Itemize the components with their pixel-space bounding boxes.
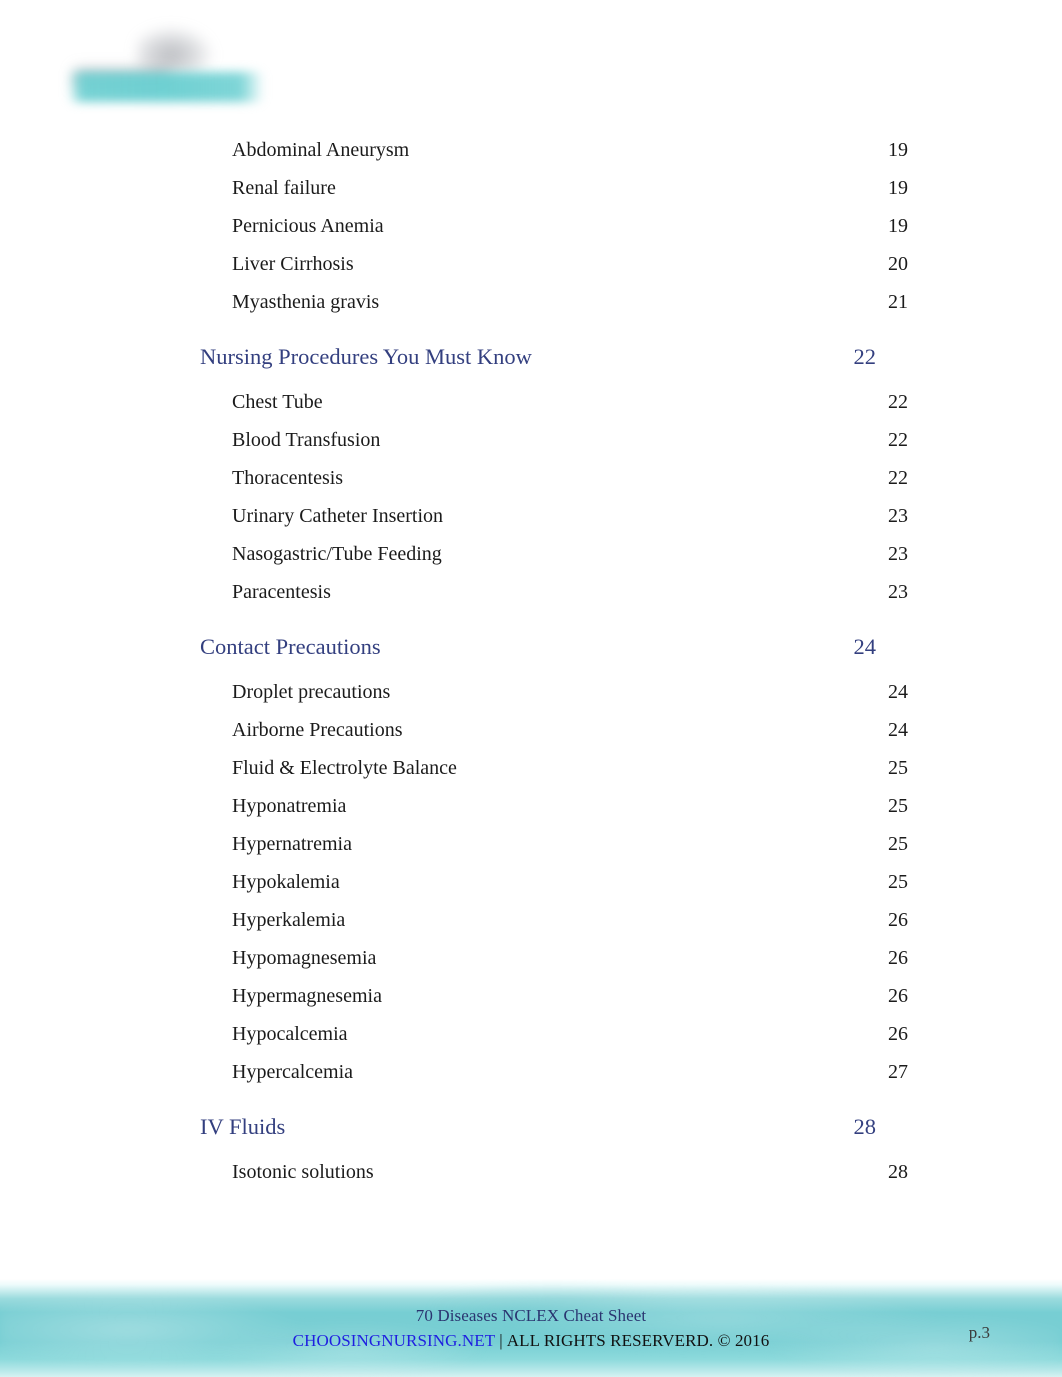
toc-entry-row[interactable]: Hyperkalemia 26 xyxy=(200,901,908,939)
toc-entry-row[interactable]: Hypokalemia 25 xyxy=(200,863,908,901)
toc-entry-label: Blood Transfusion xyxy=(232,429,381,451)
toc-entry-label: Chest Tube xyxy=(232,391,323,413)
toc-page-number: 19 xyxy=(888,177,908,199)
site-logo xyxy=(64,24,274,116)
toc-entry-label: Liver Cirrhosis xyxy=(232,253,354,275)
toc-entry-label: Isotonic solutions xyxy=(232,1161,374,1183)
table-of-contents: Abdominal Aneurysm 19 Renal failure 19 Perni… xyxy=(0,131,1062,1191)
toc-page-number: 22 xyxy=(888,391,908,413)
toc-entry-row[interactable]: Myasthenia gravis 21 xyxy=(200,283,908,321)
toc-entry-row[interactable]: Renal failure 19 xyxy=(200,169,908,207)
toc-entry-row[interactable]: Hypomagnesemia 26 xyxy=(200,939,908,977)
toc-entry-label: Thoracentesis xyxy=(232,467,344,489)
footer-title: 70 Diseases NCLEX Cheat Sheet xyxy=(415,1306,647,1325)
toc-section-row[interactable]: Nursing Procedures You Must Know 22 xyxy=(200,334,876,381)
toc-page-number: 24 xyxy=(853,634,877,660)
toc-page-number: 28 xyxy=(853,1114,877,1140)
toc-page-number: 23 xyxy=(888,581,908,603)
toc-entry-row[interactable]: Hypercalcemia 27 xyxy=(200,1053,908,1091)
toc-entry-label: Hypermagnesemia xyxy=(232,985,382,1007)
logo-wordmark-bar xyxy=(68,72,264,102)
toc-section-label: IV Fluids xyxy=(200,1114,286,1140)
toc-entry-label: Paracentesis xyxy=(232,581,331,603)
toc-page-number: 22 xyxy=(888,467,908,489)
toc-section-label: Contact Precautions xyxy=(200,634,381,660)
toc-page-number: 22 xyxy=(853,344,877,370)
toc-entry-label: Myasthenia gravis xyxy=(232,291,380,313)
toc-entry-row[interactable]: Airborne Precautions 24 xyxy=(200,711,908,749)
toc-entry-label: Pernicious Anemia xyxy=(232,215,384,237)
toc-entry-row[interactable]: Hypocalcemia 26 xyxy=(200,1015,908,1053)
toc-page-number: 26 xyxy=(888,1023,908,1045)
toc-page-number: 25 xyxy=(888,871,908,893)
toc-section-row[interactable]: IV Fluids 28 xyxy=(200,1104,876,1151)
toc-entry-row[interactable]: Blood Transfusion 22 xyxy=(200,421,908,459)
toc-entry-label: Hypomagnesemia xyxy=(232,947,377,969)
toc-entry-label: Urinary Catheter Insertion xyxy=(232,505,444,527)
toc-entry-label: Hypernatremia xyxy=(232,833,352,855)
toc-entry-row[interactable]: Pernicious Anemia 19 xyxy=(200,207,908,245)
toc-entry-row[interactable]: Urinary Catheter Insertion 23 xyxy=(200,497,908,535)
footer-website-link[interactable]: CHOOSINGNURSING.NET xyxy=(293,1331,496,1350)
toc-entry-row[interactable]: Liver Cirrhosis 20 xyxy=(200,245,908,283)
toc-page-number: 26 xyxy=(888,909,908,931)
page-number: p.3 xyxy=(968,1323,990,1342)
toc-page-number: 23 xyxy=(888,505,908,527)
toc-entry-row[interactable]: Hypernatremia 25 xyxy=(200,825,908,863)
toc-entry-row[interactable]: Nasogastric/Tube Feeding 23 xyxy=(200,535,908,573)
toc-entry-label: Hyponatremia xyxy=(232,795,347,817)
page-footer: 70 Diseases NCLEX Cheat Sheet CHOOSINGNU… xyxy=(0,1279,1062,1377)
document-page: Abdominal Aneurysm 19 Renal failure 19 Perni… xyxy=(0,0,1062,1377)
toc-entry-row[interactable]: Chest Tube 22 xyxy=(200,383,908,421)
footer-text-block: 70 Diseases NCLEX Cheat Sheet CHOOSINGNU… xyxy=(0,1305,1062,1353)
toc-entry-row[interactable]: Paracentesis 23 xyxy=(200,573,908,611)
toc-entry-label: Hyperkalemia xyxy=(232,909,346,931)
toc-entry-label: Abdominal Aneurysm xyxy=(232,139,410,161)
toc-page-number: 25 xyxy=(888,795,908,817)
toc-page-number: 22 xyxy=(888,429,908,451)
toc-page-number: 26 xyxy=(888,947,908,969)
toc-entry-row[interactable]: Isotonic solutions 28 xyxy=(200,1153,908,1191)
toc-entry-row[interactable]: Droplet precautions 24 xyxy=(200,673,908,711)
toc-entry-label: Renal failure xyxy=(232,177,336,199)
toc-page-number: 25 xyxy=(888,757,908,779)
toc-page-number: 21 xyxy=(888,291,908,313)
toc-entry-row[interactable]: Hypermagnesemia 26 xyxy=(200,977,908,1015)
footer-credits: CHOOSINGNURSING.NET | ALL RIGHTS RESERVERD… xyxy=(0,1328,1062,1354)
toc-entry-row[interactable]: Thoracentesis 22 xyxy=(200,459,908,497)
toc-entry-row[interactable]: Fluid & Electrolyte Balance 25 xyxy=(200,749,908,787)
toc-entry-row[interactable]: Hyponatremia 25 xyxy=(200,787,908,825)
toc-page-number: 19 xyxy=(888,215,908,237)
toc-page-number: 26 xyxy=(888,985,908,1007)
toc-page-number: 24 xyxy=(888,719,908,741)
toc-entry-label: Hypercalcemia xyxy=(232,1061,354,1083)
toc-page-number: 24 xyxy=(888,681,908,703)
toc-section-label: Nursing Procedures You Must Know xyxy=(200,344,532,370)
toc-entry-label: Airborne Precautions xyxy=(232,719,403,741)
toc-page-number: 28 xyxy=(888,1161,908,1183)
toc-page-number: 25 xyxy=(888,833,908,855)
toc-entry-label: Hypokalemia xyxy=(232,871,340,893)
toc-page-number: 19 xyxy=(888,139,908,161)
toc-entry-row[interactable]: Abdominal Aneurysm 19 xyxy=(200,131,908,169)
toc-entry-label: Droplet precautions xyxy=(232,681,391,703)
toc-entry-label: Nasogastric/Tube Feeding xyxy=(232,543,442,565)
toc-entry-label: Fluid & Electrolyte Balance xyxy=(232,757,457,779)
toc-section-row[interactable]: Contact Precautions 24 xyxy=(200,624,876,671)
footer-rights: ALL RIGHTS RESERVERD. © 2016 xyxy=(506,1330,770,1350)
toc-page-number: 27 xyxy=(888,1061,908,1083)
footer-separator: | xyxy=(499,1330,503,1350)
toc-entry-label: Hypocalcemia xyxy=(232,1023,348,1045)
toc-page-number: 23 xyxy=(888,543,908,565)
toc-page-number: 20 xyxy=(888,253,908,275)
